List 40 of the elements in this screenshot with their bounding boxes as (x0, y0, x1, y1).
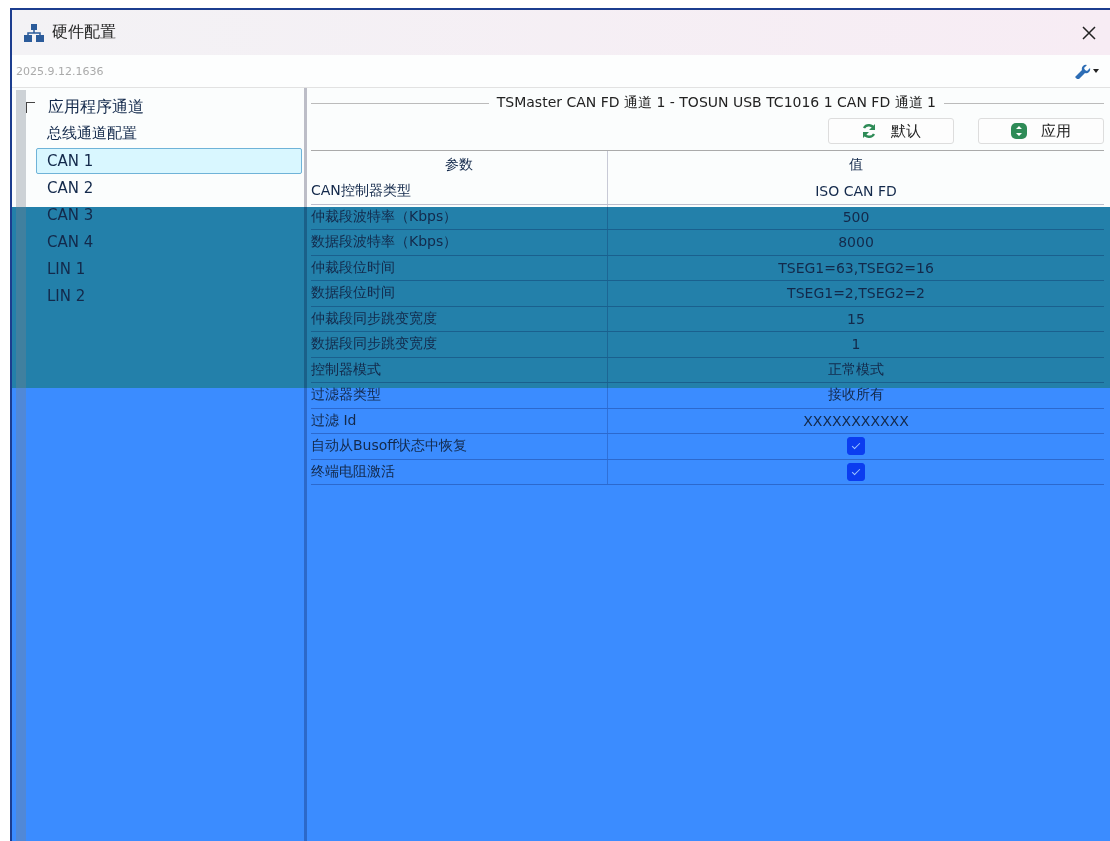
table-cell: 过滤 Id (311, 408, 608, 433)
table-cell: 数据段同步跳变宽度 (311, 332, 608, 357)
up-down-icon (1011, 123, 1027, 139)
tree-item[interactable]: 应用程序通道 (37, 92, 155, 122)
table-cell: 仲裁段波特率（Kbps） (311, 204, 608, 229)
table-cell-text: 500 (841, 207, 871, 227)
expander-icon[interactable] (26, 101, 35, 113)
table-cell: 控制器模式 (311, 357, 608, 382)
window-title: 硬件配置 (52, 22, 116, 43)
default-button[interactable]: 默认 (828, 118, 954, 144)
hierarchy-icon (24, 23, 44, 42)
column-header: 参数 (311, 151, 608, 179)
tree-item[interactable]: 总线通道配置 (36, 120, 302, 147)
column-header: 值 (848, 155, 864, 174)
checkbox[interactable] (847, 437, 865, 456)
table-cell: 数据段波特率（Kbps） (311, 230, 608, 255)
table-cell: 数据段位时间 (311, 281, 608, 306)
table-cell-text: 正常模式 (827, 359, 885, 379)
table-cell-text: XXXXXXXXXXX (802, 411, 910, 431)
table-cell-text: 1 (850, 335, 862, 355)
refresh-icon (861, 123, 877, 139)
table-cell-text: 8000 (837, 233, 875, 253)
table-cell-text: 15 (846, 309, 866, 329)
table-cell-text: TSEG1=2,TSEG2=2 (786, 284, 926, 304)
table-cell: 终端电阻激活 (311, 459, 608, 484)
table-cell: 仲裁段位时间 (311, 255, 608, 280)
table-cell: CAN控制器类型 (311, 179, 608, 204)
table-cell-text: ISO CAN FD (814, 182, 898, 202)
checkbox[interactable] (847, 462, 865, 481)
table-cell: 仲裁段同步跳变宽度 (311, 306, 608, 331)
tree-item[interactable]: CAN 2 (36, 174, 302, 201)
group-title: TSMaster CAN FD 通道 1 - TOSUN USB TC1016 1 CAN FD 通道 1 (496, 94, 936, 112)
table-cell-text: TSEG1=63,TSEG2=16 (777, 258, 935, 278)
tree-item[interactable]: CAN 1 (36, 147, 302, 174)
apply-button[interactable]: 应用 (978, 118, 1104, 144)
close-icon[interactable] (1082, 25, 1096, 40)
table-cell: 过滤器类型 (311, 383, 608, 408)
version-label: 2025.9.12.1636 (16, 64, 104, 78)
table-cell-text: 接收所有 (827, 385, 885, 405)
table-cell: 自动从Busoff状态中恢复 (311, 434, 608, 459)
